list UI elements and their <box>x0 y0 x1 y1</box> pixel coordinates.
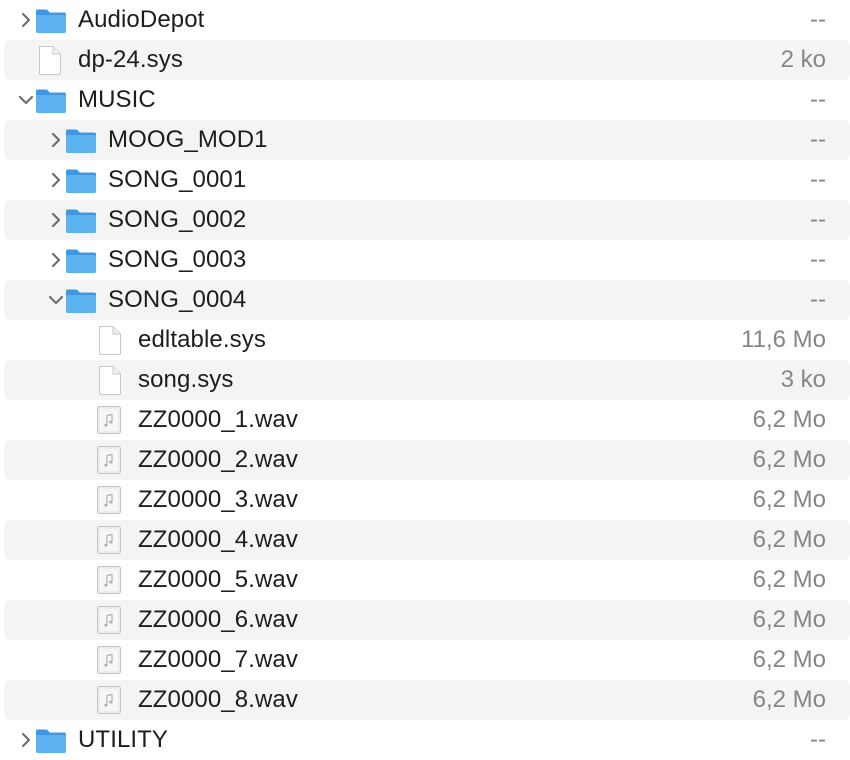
item-size: 6,2 Mo <box>752 486 826 513</box>
item-name: AudioDepot <box>78 6 205 33</box>
folder-icon <box>65 120 97 160</box>
item-name: SONG_0001 <box>108 166 247 193</box>
item-size: -- <box>810 246 826 273</box>
audio-file-icon <box>94 480 124 520</box>
list-row[interactable]: ZZ0000_8.wav 6,2 Mo <box>4 680 850 720</box>
item-name: SONG_0003 <box>108 246 247 273</box>
audio-file-icon <box>94 400 124 440</box>
list-row[interactable]: song.sys 3 ko <box>4 360 850 400</box>
list-row[interactable]: ZZ0000_7.wav 6,2 Mo <box>4 640 850 680</box>
document-icon <box>36 40 64 80</box>
disclosure-collapsed-icon[interactable] <box>46 170 66 190</box>
disclosure-collapsed-icon[interactable] <box>46 250 66 270</box>
folder-icon <box>65 280 97 320</box>
list-row[interactable]: AudioDepot -- <box>4 0 850 40</box>
item-size: 6,2 Mo <box>752 446 826 473</box>
item-size: 6,2 Mo <box>752 686 826 713</box>
item-name: edltable.sys <box>138 326 266 353</box>
list-row[interactable]: edltable.sys 11,6 Mo <box>4 320 850 360</box>
item-name: ZZ0000_2.wav <box>138 446 298 473</box>
item-size: -- <box>810 206 826 233</box>
disclosure-collapsed-icon[interactable] <box>46 130 66 150</box>
audio-file-icon <box>94 640 124 680</box>
item-name: UTILITY <box>78 726 169 753</box>
item-name: ZZ0000_3.wav <box>138 486 298 513</box>
list-row[interactable]: ZZ0000_1.wav 6,2 Mo <box>4 400 850 440</box>
item-size: 11,6 Mo <box>741 326 826 353</box>
list-row[interactable]: ZZ0000_2.wav 6,2 Mo <box>4 440 850 480</box>
list-row[interactable]: MOOG_MOD1 -- <box>4 120 850 160</box>
list-row[interactable]: ZZ0000_5.wav 6,2 Mo <box>4 560 850 600</box>
audio-file-icon <box>94 520 124 560</box>
audio-file-icon <box>94 440 124 480</box>
audio-file-icon <box>94 680 124 720</box>
disclosure-collapsed-icon[interactable] <box>16 730 36 750</box>
item-size: 6,2 Mo <box>752 606 826 633</box>
disclosure-expanded-icon[interactable] <box>16 90 36 110</box>
item-size: 6,2 Mo <box>752 566 826 593</box>
folder-icon <box>65 160 97 200</box>
item-name: song.sys <box>138 366 234 393</box>
folder-icon <box>35 0 67 40</box>
item-name: MUSIC <box>78 86 156 113</box>
item-size: -- <box>810 166 826 193</box>
audio-file-icon <box>94 560 124 600</box>
list-row[interactable]: SONG_0002 -- <box>4 200 850 240</box>
folder-icon <box>35 80 67 120</box>
list-row[interactable]: ZZ0000_6.wav 6,2 Mo <box>4 600 850 640</box>
item-size: 6,2 Mo <box>752 406 826 433</box>
list-row[interactable]: SONG_0001 -- <box>4 160 850 200</box>
item-size: -- <box>810 286 826 313</box>
folder-icon <box>65 240 97 280</box>
item-size: -- <box>810 126 826 153</box>
disclosure-collapsed-icon[interactable] <box>46 210 66 230</box>
item-name: ZZ0000_1.wav <box>138 406 298 433</box>
item-name: SONG_0002 <box>108 206 247 233</box>
list-row[interactable]: SONG_0004 -- <box>4 280 850 320</box>
item-name: ZZ0000_8.wav <box>138 686 298 713</box>
item-size: -- <box>810 726 826 753</box>
item-name: ZZ0000_7.wav <box>138 646 298 673</box>
item-name: ZZ0000_6.wav <box>138 606 298 633</box>
list-row[interactable]: ZZ0000_4.wav 6,2 Mo <box>4 520 850 560</box>
item-size: 3 ko <box>780 366 826 393</box>
item-size: -- <box>810 6 826 33</box>
audio-file-icon <box>94 600 124 640</box>
document-icon <box>96 360 124 400</box>
item-size: -- <box>810 86 826 113</box>
folder-icon <box>65 200 97 240</box>
document-icon <box>96 320 124 360</box>
item-name: dp-24.sys <box>78 46 183 73</box>
list-row[interactable]: dp-24.sys 2 ko <box>4 40 850 80</box>
list-row[interactable]: MUSIC -- <box>4 80 850 120</box>
folder-icon <box>35 720 67 760</box>
item-name: MOOG_MOD1 <box>108 126 268 153</box>
item-name: SONG_0004 <box>108 286 247 313</box>
item-name: ZZ0000_5.wav <box>138 566 298 593</box>
disclosure-expanded-icon[interactable] <box>46 290 66 310</box>
list-row[interactable]: UTILITY -- <box>4 720 850 760</box>
list-row[interactable]: ZZ0000_3.wav 6,2 Mo <box>4 480 850 520</box>
item-name: ZZ0000_4.wav <box>138 526 298 553</box>
disclosure-collapsed-icon[interactable] <box>16 10 36 30</box>
item-size: 6,2 Mo <box>752 526 826 553</box>
item-size: 6,2 Mo <box>752 646 826 673</box>
item-size: 2 ko <box>780 46 826 73</box>
list-row[interactable]: SONG_0003 -- <box>4 240 850 280</box>
